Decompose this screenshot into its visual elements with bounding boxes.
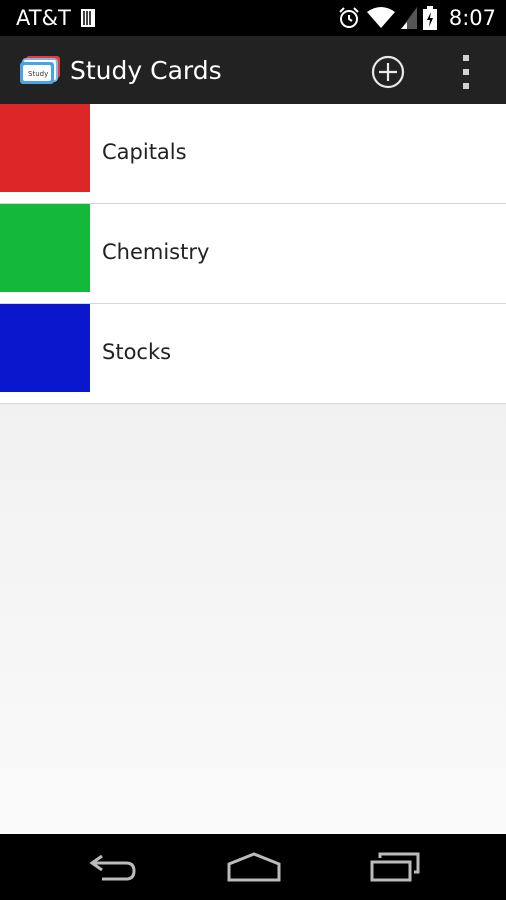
app-title: Study Cards [70, 56, 222, 85]
sim-icon [81, 9, 95, 27]
clock: 8:07 [448, 6, 496, 30]
svg-text:Study: Study [28, 70, 48, 78]
signal-icon [400, 7, 417, 29]
deck-color-swatch [0, 204, 90, 292]
deck-item-stocks[interactable]: Stocks [0, 304, 506, 404]
battery-icon [422, 6, 437, 30]
status-icons: 8:07 [337, 4, 496, 32]
deck-label: Stocks [102, 340, 172, 364]
deck-label: Chemistry [102, 240, 210, 264]
add-deck-button[interactable] [370, 54, 406, 90]
empty-list-area [0, 404, 506, 834]
recents-icon[interactable] [368, 850, 422, 884]
action-bar: Study Study Cards [0, 36, 506, 104]
alarm-icon [339, 7, 359, 28]
navigation-bar [0, 834, 506, 900]
deck-color-swatch [0, 104, 90, 192]
wifi-icon [366, 7, 395, 28]
home-icon[interactable] [226, 850, 282, 884]
deck-label: Capitals [102, 140, 187, 164]
carrier-label: AT&T [16, 6, 71, 30]
deck-color-swatch [0, 304, 90, 392]
status-bar: AT&T 8:07 [0, 0, 506, 36]
overflow-menu-icon[interactable] [452, 52, 480, 92]
back-icon[interactable] [88, 850, 138, 884]
deck-list: Capitals Chemistry Stocks [0, 104, 506, 404]
deck-item-chemistry[interactable]: Chemistry [0, 204, 506, 304]
app-logo-icon: Study [20, 56, 60, 84]
deck-item-capitals[interactable]: Capitals [0, 104, 506, 204]
